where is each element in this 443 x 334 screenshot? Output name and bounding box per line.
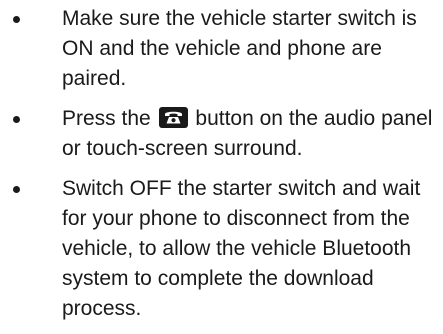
list-item: Press the button on the audio panel or t… xyxy=(0,104,443,164)
instruction-text: Switch OFF the starter switch and wait f… xyxy=(62,177,421,320)
bullet-icon xyxy=(13,116,20,123)
phone-icon xyxy=(158,107,188,128)
bullet-icon xyxy=(13,186,20,193)
list-item: Switch OFF the starter switch and wait f… xyxy=(0,174,443,324)
list-item: Make sure the vehicle starter switch is … xyxy=(0,0,443,94)
bullet-icon xyxy=(13,16,20,23)
instruction-list: Make sure the vehicle starter switch is … xyxy=(0,0,443,334)
instruction-text: Make sure the vehicle starter switch is … xyxy=(62,7,417,90)
instruction-text-before: Press the xyxy=(62,107,151,130)
